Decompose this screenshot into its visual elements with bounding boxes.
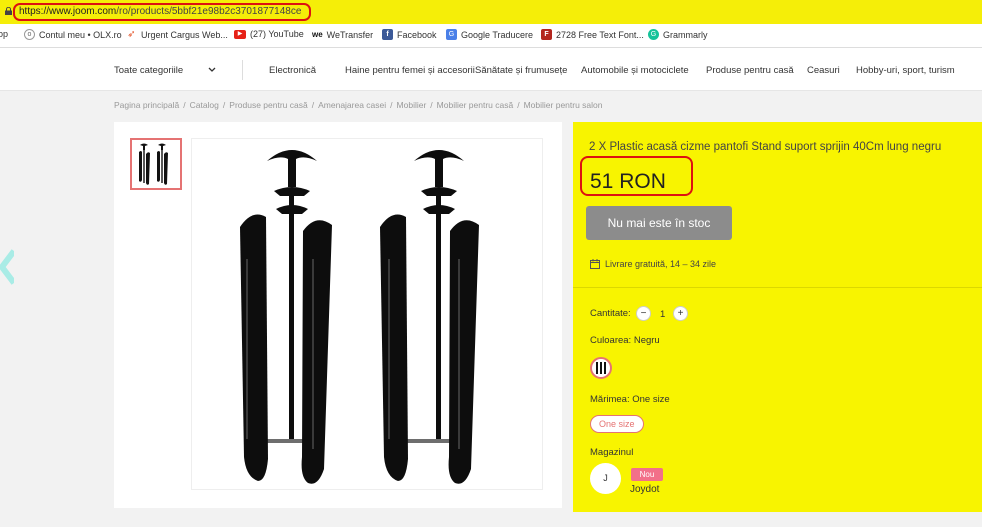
bookmark-label: op — [0, 29, 9, 39]
chevron-down-icon — [208, 68, 216, 73]
out-of-stock-button[interactable]: Nu mai este în stoc — [586, 206, 732, 240]
bookmark-label: Google Traducere — [461, 29, 534, 40]
breadcrumb-separator: / — [311, 100, 315, 110]
bookmarks-bar: op o Contul meu • OLX.ro ➶ Urgent Cargus… — [0, 24, 982, 48]
bookmark-free-text-font[interactable]: F 2728 Free Text Font... — [541, 29, 644, 40]
bookmark-label: Grammarly — [663, 29, 708, 40]
nav-item-electronics[interactable]: Electronică — [269, 65, 316, 76]
breadcrumb-separator: / — [430, 100, 433, 110]
quantity-value: 1 — [660, 309, 666, 320]
facebook-icon: f — [382, 29, 393, 40]
nav-divider — [242, 60, 243, 80]
nav-item-health-beauty[interactable]: Sănătate și frumusețe — [475, 65, 567, 76]
bookmark-label: (27) YouTube — [250, 29, 304, 39]
grammarly-icon: G — [648, 29, 659, 40]
delivery-text: Livrare gratuită, 14 – 34 zile — [605, 259, 717, 269]
bookmark-partial[interactable]: op — [0, 29, 8, 39]
breadcrumb-separator: / — [222, 100, 226, 110]
bookmark-facebook[interactable]: f Facebook — [382, 29, 437, 40]
product-info-panel: 2 X Plastic acasă cizme pantofi Stand su… — [573, 122, 982, 512]
bookmark-google-translate[interactable]: G Google Traducere — [446, 29, 533, 40]
nav-item-automobiles[interactable]: Automobile și motociclete — [581, 65, 689, 76]
carousel-prev-arrow[interactable] — [0, 245, 14, 290]
nav-item-women-clothing[interactable]: Haine pentru femei și accesorii — [345, 65, 475, 76]
breadcrumb-item[interactable]: Mobilier pentru casă — [437, 100, 514, 110]
font-icon: F — [541, 29, 552, 40]
breadcrumb-item[interactable]: Pagina principală — [114, 100, 179, 110]
product-price: 51 RON — [590, 170, 666, 193]
bookmark-label: WeTransfer — [326, 29, 374, 40]
quantity-increase-button[interactable]: + — [673, 306, 688, 321]
breadcrumb-separator: / — [517, 100, 520, 110]
breadcrumb-separator: / — [183, 100, 186, 110]
url-highlight-annotation — [13, 3, 311, 21]
bookmark-grammarly[interactable]: G Grammarly — [648, 29, 708, 40]
bookmark-label: 2728 Free Text Font... — [556, 29, 644, 40]
breadcrumb-separator: / — [390, 100, 393, 110]
bookmark-label: Urgent Cargus Web... — [141, 29, 228, 40]
all-categories-dropdown[interactable]: Toate categoriile — [114, 65, 216, 76]
wetransfer-icon: we — [312, 30, 323, 39]
breadcrumb-item[interactable]: Mobilier pentru salon — [524, 100, 603, 110]
all-categories-label: Toate categoriile — [114, 65, 184, 76]
breadcrumb: Pagina principală / Catalog / Produse pentru… — [114, 100, 603, 110]
calendar-icon — [590, 259, 600, 269]
shop-avatar[interactable]: J — [590, 463, 621, 494]
breadcrumb-item[interactable]: Produse pentru casă — [229, 100, 307, 110]
boot-stand-thumbnail-image — [139, 143, 168, 185]
bookmark-label: Facebook — [397, 29, 437, 40]
cargus-icon: ➶ — [127, 29, 136, 40]
bookmark-olx[interactable]: o Contul meu • OLX.ro — [24, 29, 122, 40]
google-translate-icon: G — [446, 29, 457, 40]
boot-stand-product-image — [240, 150, 479, 484]
product-gallery — [114, 122, 562, 508]
new-shop-badge: Nou — [631, 468, 663, 481]
breadcrumb-item[interactable]: Catalog — [190, 100, 219, 110]
lock-icon — [5, 7, 12, 15]
category-nav: Toate categoriile Electronică Haine pent… — [0, 48, 982, 91]
bookmark-youtube[interactable]: ▶ (27) YouTube — [234, 29, 304, 39]
product-main-image[interactable] — [191, 138, 543, 490]
youtube-icon: ▶ — [234, 29, 246, 39]
bookmark-label: Contul meu • OLX.ro — [39, 29, 122, 40]
color-swatch-black[interactable] — [590, 357, 612, 379]
delivery-info: Livrare gratuită, 14 – 34 zile — [590, 259, 716, 269]
quantity-decrease-button[interactable]: − — [636, 306, 651, 321]
nav-item-watches[interactable]: Ceasuri — [807, 65, 840, 76]
olx-icon: o — [24, 29, 35, 40]
product-thumbnail[interactable] — [130, 138, 182, 190]
size-option-one-size[interactable]: One size — [590, 415, 644, 433]
address-bar[interactable]: https://www.joom.com/ro/products/5bbf21e… — [0, 0, 982, 24]
nav-item-home-products[interactable]: Produse pentru casă — [706, 65, 794, 76]
size-label: Mărimea: One size — [590, 394, 670, 405]
bookmark-wetransfer[interactable]: we WeTransfer — [312, 29, 373, 40]
shop-name-link[interactable]: Joydot — [630, 484, 659, 495]
swatch-image — [596, 362, 606, 374]
quantity-label: Cantitate: — [590, 308, 631, 319]
color-label: Culoarea: Negru — [590, 335, 660, 346]
nav-item-hobbies[interactable]: Hobby-uri, sport, turism — [856, 65, 955, 76]
breadcrumb-item[interactable]: Mobilier — [397, 100, 427, 110]
section-divider — [573, 287, 982, 288]
bookmark-cargus[interactable]: ➶ Urgent Cargus Web... — [126, 29, 228, 40]
breadcrumb-item[interactable]: Amenajarea casei — [318, 100, 386, 110]
product-title: 2 X Plastic acasă cizme pantofi Stand su… — [589, 141, 942, 153]
shop-label: Magazinul — [590, 447, 634, 458]
